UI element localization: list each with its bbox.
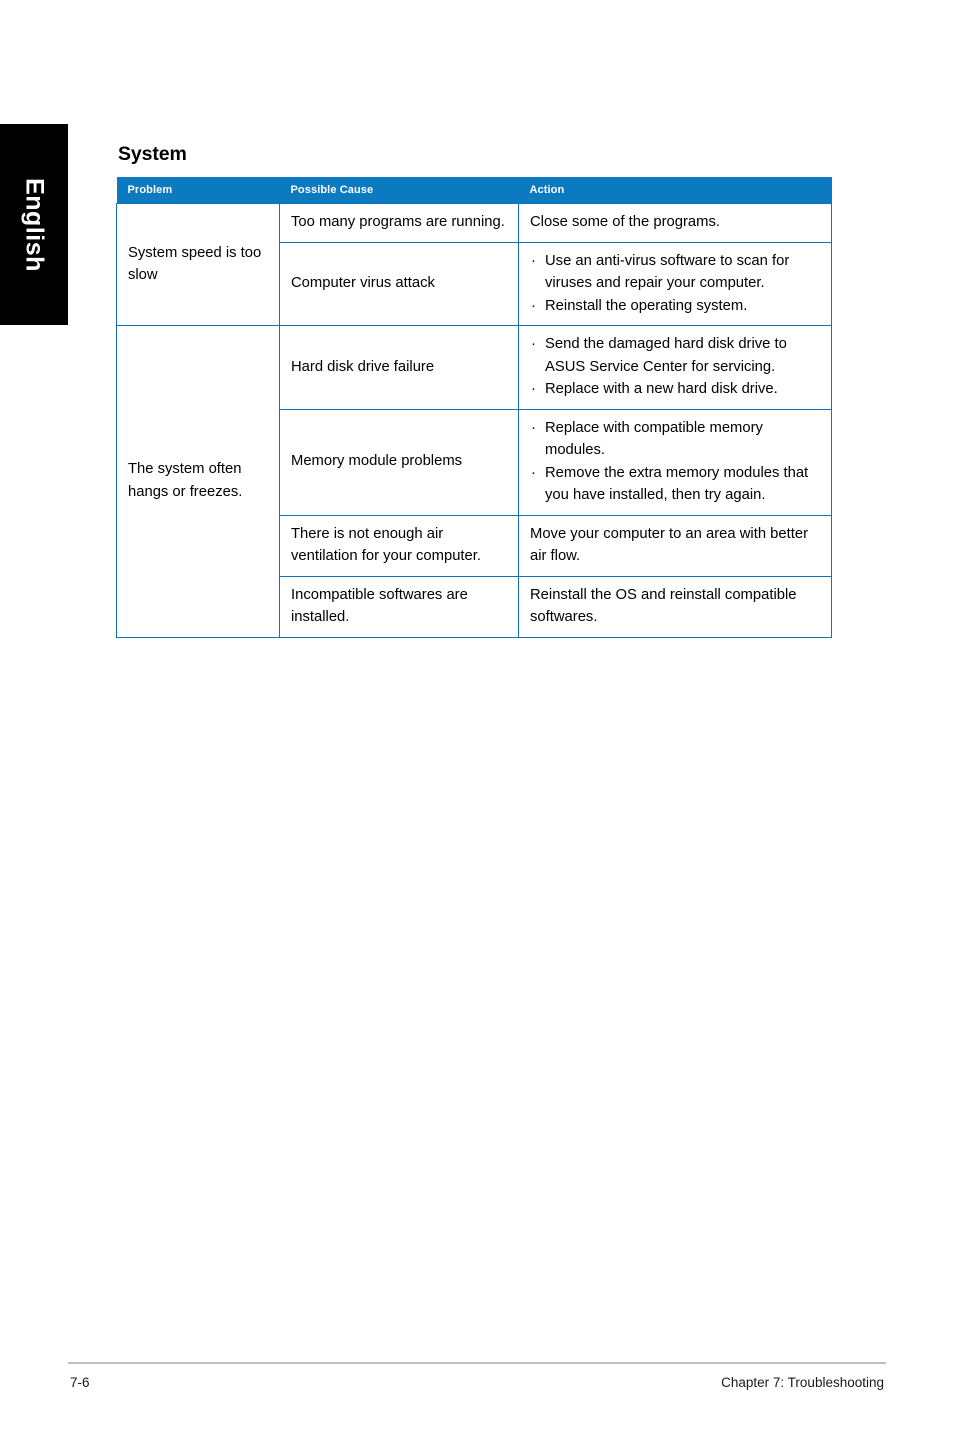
cell-action: Move your computer to an area with bette… — [518, 514, 832, 577]
bullet-icon: · — [531, 419, 536, 436]
bullet-icon: · — [531, 252, 536, 269]
cell-possible-cause: There is not enough air ventilation for … — [279, 514, 519, 577]
footer-page-number: 7-6 — [70, 1375, 90, 1390]
cell-possible-cause: Memory module problems — [279, 408, 519, 516]
cell-action: · Replace with compatible memory modules.… — [518, 408, 832, 516]
action-bullet-text: Replace with compatible memory modules. — [545, 419, 763, 459]
column-header-problem: Problem — [116, 177, 280, 204]
footer-row: 7-6 Chapter 7: Troubleshooting — [68, 1375, 886, 1390]
action-bullet-text: Send the damaged hard disk drive to ASUS… — [545, 336, 787, 375]
cell-problem: System speed is too slow — [116, 203, 280, 326]
cell-action: · Send the damaged hard disk drive to ASU… — [518, 325, 832, 410]
action-bullet-text: Reinstall the operating system. — [545, 297, 748, 314]
action-text: Reinstall the OS and reinstall compatibl… — [530, 586, 797, 626]
cell-possible-cause: Computer virus attack — [279, 241, 519, 326]
table-header: Problem Possible Cause Action — [116, 177, 832, 204]
table-row: System speed is too slow Too many program… — [116, 203, 832, 326]
bullet-icon: · — [531, 297, 536, 314]
page-title: System — [118, 143, 187, 165]
action-bullet-text: Replace with a new hard disk drive. — [545, 381, 778, 397]
table-body: System speed is too slow Too many program… — [116, 203, 832, 638]
action-bullet-item: · Replace with a new hard disk drive. — [530, 378, 821, 401]
cell-possible-cause: Too many programs are running. — [279, 203, 519, 243]
column-header-possible-cause: Possible Cause — [279, 177, 519, 204]
cell-action: · Use an anti-virus software to scan for … — [518, 241, 832, 326]
table-row: The system often hangs or freezes. Hard d… — [116, 325, 832, 638]
action-bullet-list: · Replace with compatible memory modules.… — [530, 417, 821, 507]
action-text: Move your computer to an area with bette… — [530, 525, 808, 565]
action-bullet-item: · Reinstall the operating system. — [530, 295, 821, 318]
page-footer: 7-6 Chapter 7: Troubleshooting — [68, 1362, 886, 1390]
action-bullet-list: · Send the damaged hard disk drive to ASU… — [530, 333, 821, 401]
cell-problem: The system often hangs or freezes. — [116, 325, 280, 638]
action-bullet-item: · Remove the extra memory modules that yo… — [530, 462, 821, 507]
language-tab: English — [0, 124, 68, 325]
column-header-action: Action — [518, 177, 832, 204]
language-tab-label: English — [20, 177, 49, 272]
action-bullet-item: · Use an anti-virus software to scan for … — [530, 250, 821, 295]
action-bullet-list: · Use an anti-virus software to scan for … — [530, 250, 821, 318]
cell-possible-cause: Hard disk drive failure — [279, 325, 519, 410]
cell-action: Close some of the programs. — [518, 203, 832, 243]
troubleshooting-table: Problem Possible Cause Action System spe… — [116, 177, 832, 638]
cell-action: Reinstall the OS and reinstall compatibl… — [518, 575, 832, 638]
bullet-icon: · — [531, 464, 536, 481]
action-text: Close some of the programs. — [530, 214, 720, 230]
table-header-row: Problem Possible Cause Action — [116, 177, 832, 204]
action-bullet-text: Remove the extra memory modules that you… — [545, 464, 809, 504]
cell-possible-cause: Incompatible softwares are installed. — [279, 575, 519, 638]
action-bullet-item: · Send the damaged hard disk drive to ASU… — [530, 333, 821, 378]
footer-chapter-label: Chapter 7: Troubleshooting — [721, 1375, 884, 1390]
bullet-icon: · — [531, 336, 536, 352]
page-content: System Problem Possible Cause Action Sys… — [116, 142, 832, 638]
bullet-icon: · — [531, 381, 536, 397]
footer-divider — [68, 1362, 886, 1364]
action-bullet-item: · Replace with compatible memory modules. — [530, 417, 821, 462]
action-bullet-text: Use an anti-virus software to scan for v… — [545, 252, 790, 292]
